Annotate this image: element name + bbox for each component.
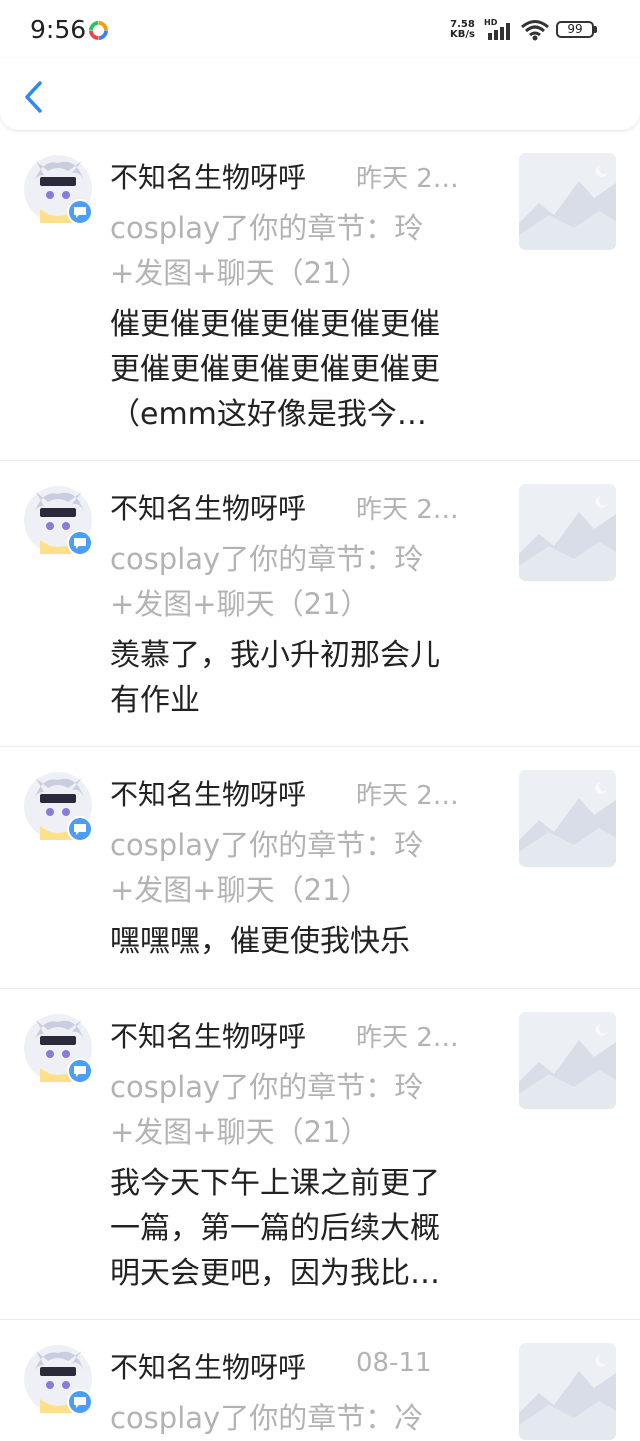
notification-item[interactable]: 不知名生物呀呼 昨天 2… cosplay了你的章节：玲 +发图+聊天（21） … (0, 989, 640, 1320)
username[interactable]: 不知名生物呀呼 (110, 156, 306, 196)
chapter-thumbnail-image[interactable] (519, 1012, 616, 1109)
network-speed-unit: KB/s (450, 29, 475, 40)
comment-text: 催更催更催更催更催更催 更催更催更催更催更催更 （emm这好像是我今… (110, 302, 490, 437)
action-line: cosplay了你的章节：玲 (110, 542, 424, 576)
comment-badge-icon (67, 1389, 93, 1415)
clock: 9:56 (30, 15, 87, 44)
action-text: cosplay了你的章节：玲 +发图+聊天（21） (110, 823, 490, 913)
username[interactable]: 不知名生物呀呼 (110, 1015, 306, 1055)
comment-line: 我今天下午上课之前更了 (110, 1166, 440, 1201)
wifi-icon (521, 20, 549, 41)
comment-text: 嘿嘿嘿，催更使我快乐 (110, 919, 490, 964)
action-text: cosplay了你的章节：玲 +发图+聊天（21） (110, 206, 490, 296)
notification-item[interactable]: 不知名生物呀呼 昨天 2… cosplay了你的章节：玲 +发图+聊天（21） … (0, 747, 640, 989)
comment-line: 一篇，第一篇的后续大概 (110, 1211, 440, 1246)
chapter-thumbnail-image[interactable] (519, 770, 616, 867)
notification-item[interactable]: 不知名生物呀呼 08-11 cosplay了你的章节：冷 (0, 1320, 640, 1440)
timestamp: 08-11 (356, 1348, 432, 1378)
action-text: cosplay了你的章节：玲 +发图+聊天（21） (110, 1065, 490, 1155)
comment-badge-icon (67, 199, 93, 225)
battery-level: 99 (567, 22, 583, 36)
action-line: +发图+聊天（21） (110, 256, 370, 290)
comment-badge-icon (67, 816, 93, 842)
action-line: cosplay了你的章节：玲 (110, 211, 424, 245)
action-line: +发图+聊天（21） (110, 587, 370, 621)
comment-text: 我今天下午上课之前更了 一篇，第一篇的后续大概 明天会更吧，因为我比… (110, 1161, 490, 1296)
comment-line: （emm这好像是我今… (110, 397, 427, 432)
back-chevron-icon[interactable] (22, 80, 46, 114)
comment-line: 催更催更催更催更催更催 (110, 307, 440, 342)
action-text: cosplay了你的章节：玲 +发图+聊天（21） (110, 537, 490, 627)
action-text: cosplay了你的章节：冷 (110, 1396, 490, 1441)
timestamp: 昨天 2… (356, 495, 459, 525)
username[interactable]: 不知名生物呀呼 (110, 1346, 306, 1386)
chapter-thumbnail-image[interactable] (519, 484, 616, 581)
app-notification-icon (89, 21, 108, 40)
username[interactable]: 不知名生物呀呼 (110, 773, 306, 813)
network-speed: 7.58 KB/s (450, 20, 475, 40)
chapter-thumbnail-image[interactable] (519, 153, 616, 250)
action-line: +发图+聊天（21） (110, 873, 370, 907)
notification-item[interactable]: 不知名生物呀呼 昨天 2… cosplay了你的章节：玲 +发图+聊天（21） … (0, 461, 640, 747)
comment-line: 明天会更吧，因为我比… (110, 1256, 440, 1291)
comment-line: 有作业 (110, 683, 200, 718)
notification-list: 不知名生物呀呼 昨天 2… cosplay了你的章节：玲 +发图+聊天（21） … (0, 130, 640, 1440)
timestamp: 昨天 2… (356, 164, 459, 194)
comment-line: 嘿嘿嘿，催更使我快乐 (110, 924, 410, 959)
username[interactable]: 不知名生物呀呼 (110, 487, 306, 527)
action-line: cosplay了你的章节：玲 (110, 828, 424, 862)
action-line: cosplay了你的章节：冷 (110, 1401, 424, 1435)
action-line: cosplay了你的章节：玲 (110, 1070, 424, 1104)
comment-line: 羡慕了，我小升初那会儿 (110, 638, 440, 673)
action-line: +发图+聊天（21） (110, 1115, 370, 1149)
timestamp: 昨天 2… (356, 1023, 459, 1053)
battery-tip (594, 26, 597, 33)
signal-icon (488, 23, 510, 40)
comment-text: 羡慕了，我小升初那会儿 有作业 (110, 633, 490, 723)
top-bar (0, 58, 640, 130)
battery-icon: 99 (556, 21, 594, 38)
comment-badge-icon (67, 1058, 93, 1084)
notification-item[interactable]: 不知名生物呀呼 昨天 2… cosplay了你的章节：玲 +发图+聊天（21） … (0, 130, 640, 461)
chapter-thumbnail-image[interactable] (519, 1343, 616, 1440)
comment-badge-icon (67, 530, 93, 556)
status-bar: 9:56 7.58 KB/s HD 99 (0, 0, 640, 60)
comment-line: 更催更催更催更催更催更 (110, 352, 440, 387)
timestamp: 昨天 2… (356, 781, 459, 811)
